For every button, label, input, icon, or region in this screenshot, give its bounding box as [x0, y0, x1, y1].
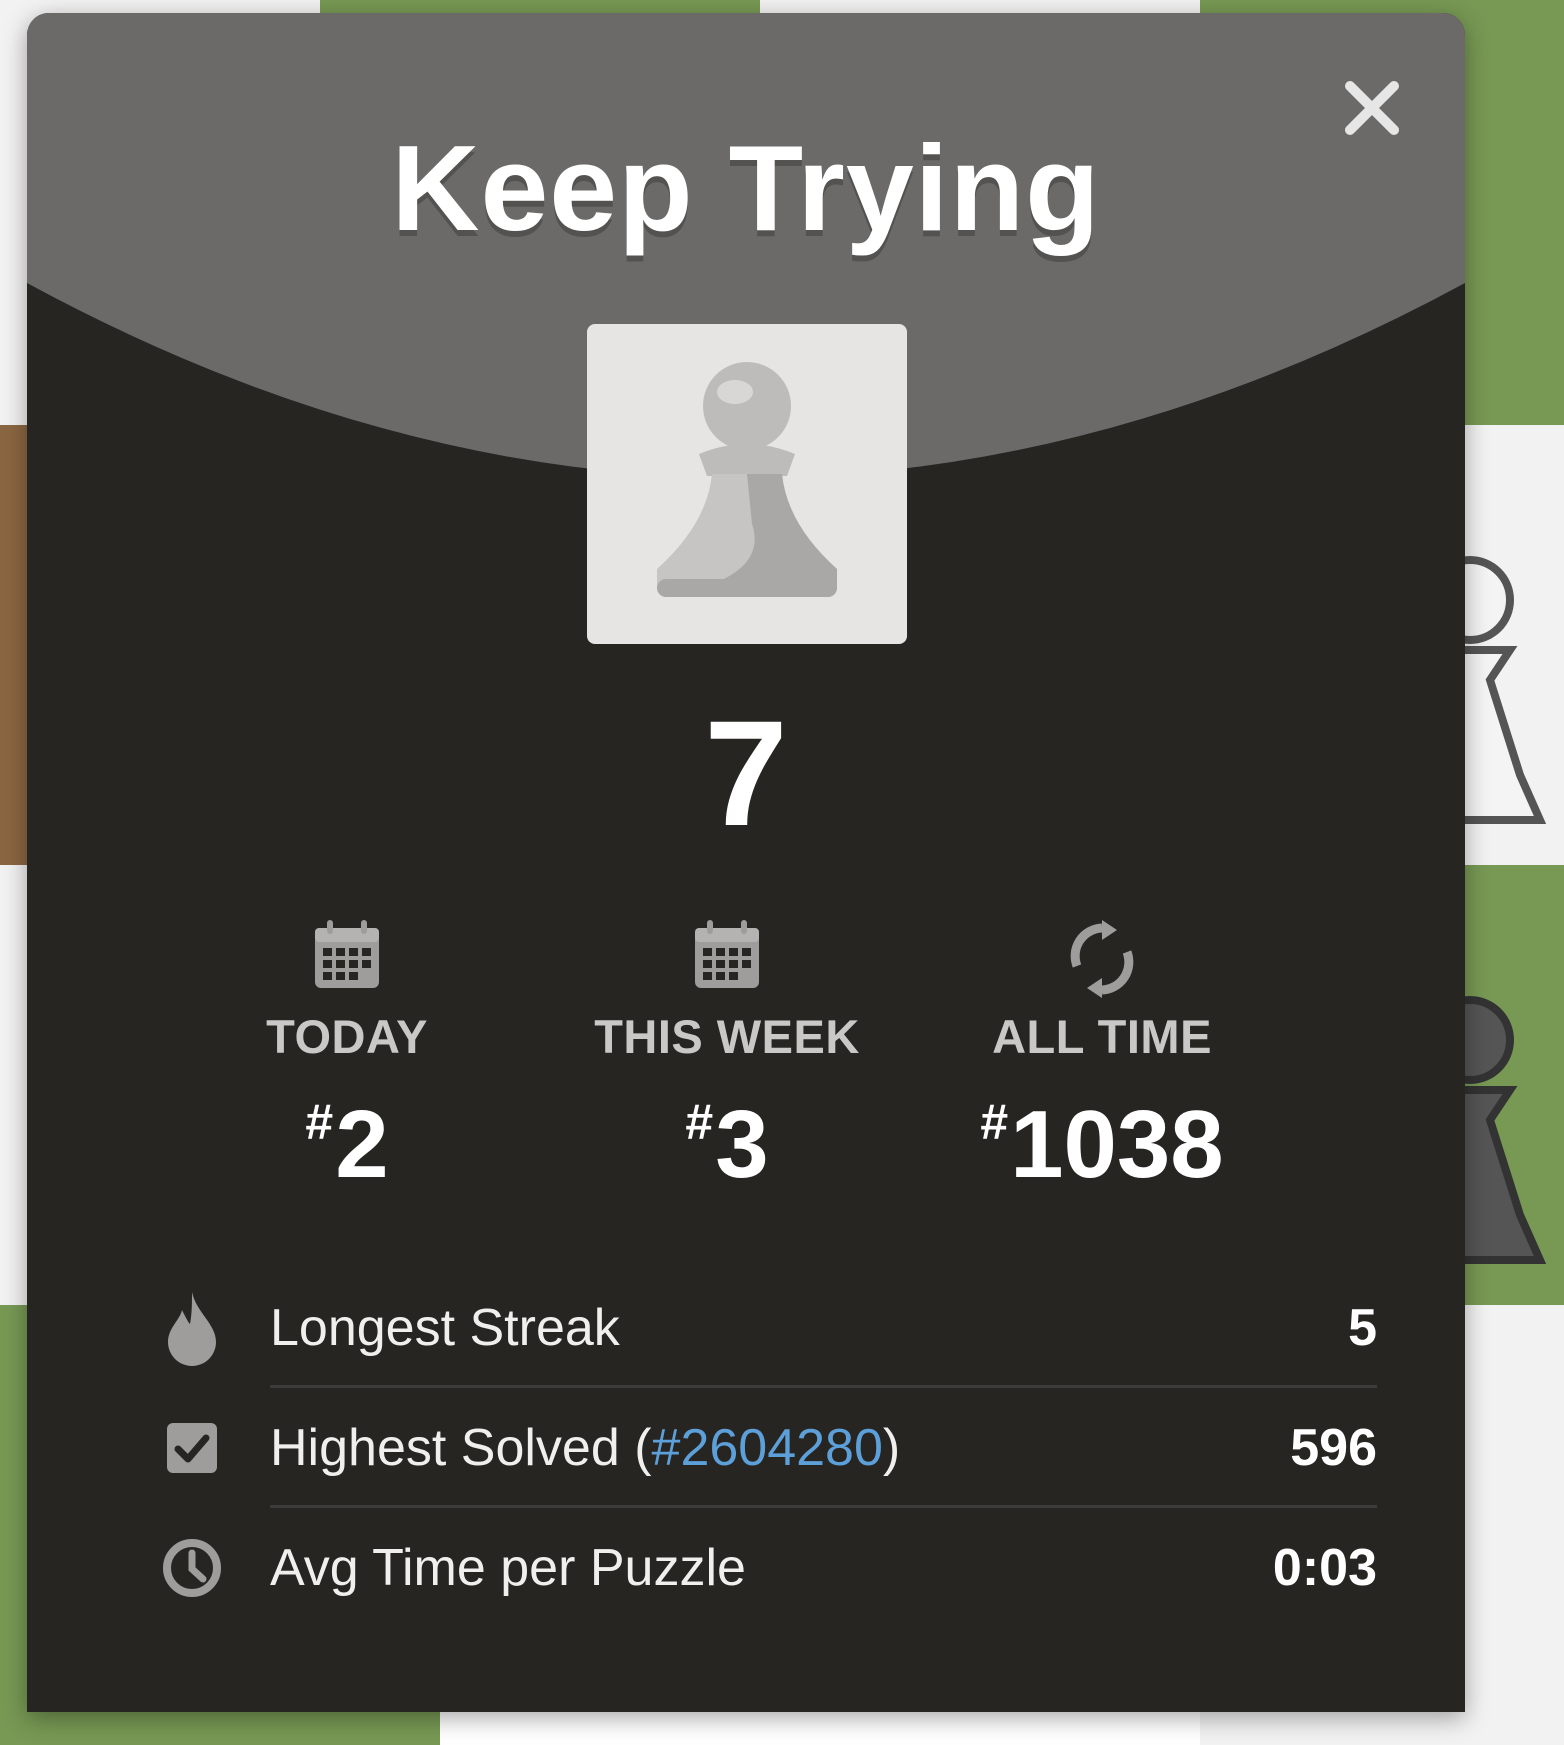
stat-label: Avg Time per Puzzle [270, 1539, 746, 1597]
refresh-icon [1070, 920, 1134, 998]
stat-value: 0:03 [1272, 1539, 1377, 1597]
clock-icon [163, 1539, 221, 1597]
flame-icon [168, 1292, 216, 1366]
stat-label: Highest Solved (#2604280) [270, 1419, 901, 1477]
stat-value: 596 [1290, 1419, 1377, 1477]
stat-value: 5 [1348, 1299, 1377, 1357]
stat-row-longest-streak: Longest Streak 5 [157, 1268, 1377, 1388]
stat-label: Longest Streak [270, 1299, 620, 1357]
checkbox-icon [167, 1423, 217, 1473]
rank-today: TODAY #2 [177, 918, 517, 1195]
rank-all-time: ALL TIME #1038 [932, 918, 1272, 1195]
stat-row-highest-solved: Highest Solved (#2604280) 596 [157, 1388, 1377, 1508]
rank-summary: TODAY #2 THIS WEEK #3 ALL TIME #1038 [27, 918, 1465, 1198]
rank-value: #2 [305, 1091, 389, 1198]
stats-list: Longest Streak 5 Highest Solved (#260428… [157, 1268, 1377, 1628]
puzzle-link[interactable]: #2604280 [652, 1419, 883, 1477]
calendar-icon [315, 920, 379, 988]
calendar-icon [695, 920, 759, 988]
rank-label: TODAY [266, 1010, 428, 1063]
score-value: 7 [704, 689, 788, 857]
rank-this-week: THIS WEEK #3 [557, 918, 897, 1195]
avatar [587, 324, 907, 644]
modal-title: Keep Trying [391, 120, 1101, 256]
rank-label: THIS WEEK [594, 1010, 860, 1063]
rank-value: #1038 [980, 1091, 1224, 1198]
rank-label: ALL TIME [992, 1010, 1212, 1063]
stat-row-avg-time: Avg Time per Puzzle 0:03 [157, 1508, 1377, 1628]
pawn-icon [657, 362, 837, 597]
rank-value: #3 [685, 1091, 769, 1198]
puzzle-result-modal: Keep Trying 7 TODAY #2 THIS WEEK #3 ALL … [27, 13, 1465, 1712]
